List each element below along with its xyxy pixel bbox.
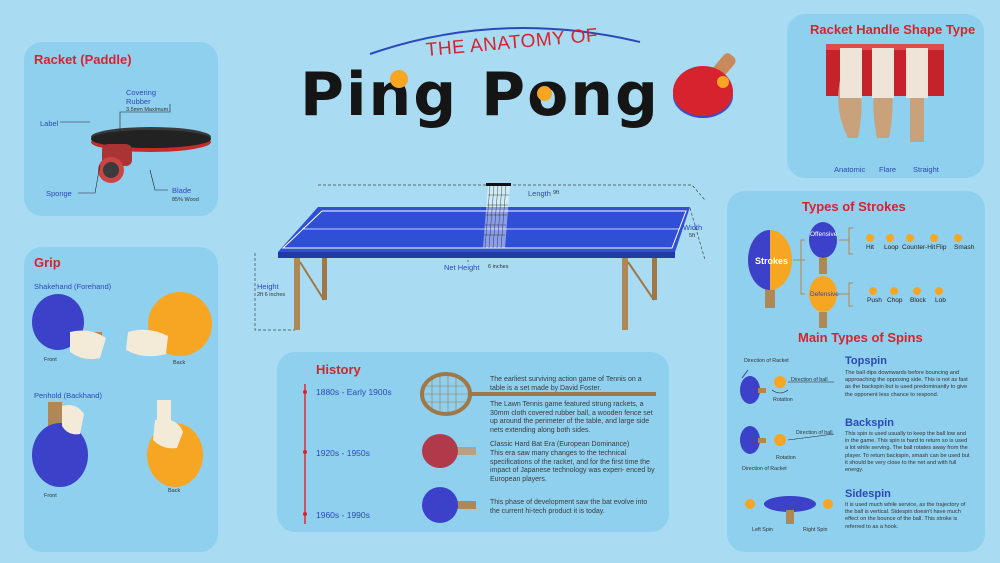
table-length-value: 9ft bbox=[553, 190, 560, 196]
history-text-3a: This phase of development saw the bat ev… bbox=[490, 499, 648, 515]
history-date-1: 1880s - Early 1900s bbox=[316, 387, 392, 397]
handle-type-flare: Flare bbox=[879, 165, 897, 174]
topspin-illustration bbox=[740, 369, 834, 404]
stroke-block-dot bbox=[913, 287, 921, 295]
backspin-text: This spin is used usually to keep the ba… bbox=[845, 431, 970, 474]
history-text-1a: The earliest surviving action game of Te… bbox=[490, 376, 642, 392]
backspin-rotation: Rotation bbox=[776, 455, 796, 461]
stroke-loop: Loop bbox=[884, 244, 899, 251]
backspin-illustration bbox=[740, 426, 835, 454]
stroke-chop: Chop bbox=[887, 297, 903, 304]
topspin-text: The ball dips downwards before bouncing … bbox=[845, 370, 968, 398]
table-height-value: 2ft 6 inches bbox=[257, 292, 286, 298]
spins-title: Main Types of Spins bbox=[798, 330, 923, 345]
sidespin-illustration bbox=[745, 496, 833, 524]
stroke-chop-dot bbox=[890, 287, 898, 295]
backspin-title: Backspin bbox=[845, 417, 894, 429]
sidespin-right: Right Spin bbox=[803, 527, 828, 533]
handle-title: Racket Handle Shape Type bbox=[810, 22, 976, 37]
stroke-hit: Hit bbox=[866, 244, 874, 251]
table-width-label: Width bbox=[683, 223, 703, 232]
stroke-loop-dot bbox=[886, 234, 894, 242]
sidespin-left: Left Spin bbox=[752, 527, 773, 533]
stroke-push-dot bbox=[869, 287, 877, 295]
history-modern-bat-icon bbox=[422, 487, 476, 523]
handle-type-straight: Straight bbox=[913, 165, 939, 174]
topspin-dir-ball: Direction of ball bbox=[791, 377, 828, 383]
stroke-smash: Smash bbox=[954, 244, 975, 251]
stroke-flip: Flip bbox=[936, 244, 947, 251]
strokes-center-label: Strokes bbox=[755, 256, 789, 266]
table-net-height-label: Net Height bbox=[444, 263, 480, 272]
stroke-lob: Lob bbox=[935, 297, 946, 304]
stroke-hit-dot bbox=[866, 234, 874, 242]
stroke-counterhit: Counter-Hit bbox=[902, 244, 936, 251]
stroke-smash-dot bbox=[954, 234, 962, 242]
strokes-offensive-label: Offensive bbox=[810, 231, 838, 238]
backspin-dir-ball: Direction of ball bbox=[796, 430, 833, 436]
sidespin-text: It is used much while service, as the tr… bbox=[845, 502, 966, 530]
history-date-3: 1960s - 1990s bbox=[316, 510, 370, 520]
history-title: History bbox=[316, 362, 361, 377]
backspin-dir-racket: Direction of Racket bbox=[742, 466, 787, 472]
table-height-label: Height bbox=[257, 282, 279, 291]
handle-type-anatomic: Anatomic bbox=[834, 165, 866, 174]
history-text-2b: This era saw many changes to the technic… bbox=[490, 450, 655, 483]
topspin-rotation: Rotation bbox=[773, 397, 793, 403]
stroke-lob-dot bbox=[935, 287, 943, 295]
strokes-title: Types of Strokes bbox=[802, 199, 906, 214]
history-text-2a: Classic Hard Bat Era (European Dominance… bbox=[490, 441, 630, 448]
handle-shapes-illustration bbox=[826, 44, 944, 142]
stroke-push: Push bbox=[867, 297, 882, 304]
strokes-diagram bbox=[748, 222, 853, 328]
topspin-dir-racket: Direction of Racket bbox=[744, 358, 789, 364]
history-date-2: 1920s - 1950s bbox=[316, 448, 370, 458]
table-net-value: 6 inches bbox=[488, 264, 509, 270]
table-width-value: 5ft bbox=[689, 233, 696, 239]
stroke-counterhit-dot bbox=[906, 234, 914, 242]
history-text-1b: The Lawn Tennis game featured strung rac… bbox=[490, 401, 653, 434]
strokes-defensive-label: Defensive bbox=[810, 291, 839, 298]
table-length-label: Length bbox=[528, 189, 551, 198]
stroke-flip-dot bbox=[930, 234, 938, 242]
history-hardbat-icon bbox=[422, 434, 476, 468]
history-timeline bbox=[303, 384, 307, 524]
sidespin-title: Sidespin bbox=[845, 488, 891, 500]
stroke-block: Block bbox=[910, 297, 926, 304]
topspin-title: Topspin bbox=[845, 355, 887, 367]
